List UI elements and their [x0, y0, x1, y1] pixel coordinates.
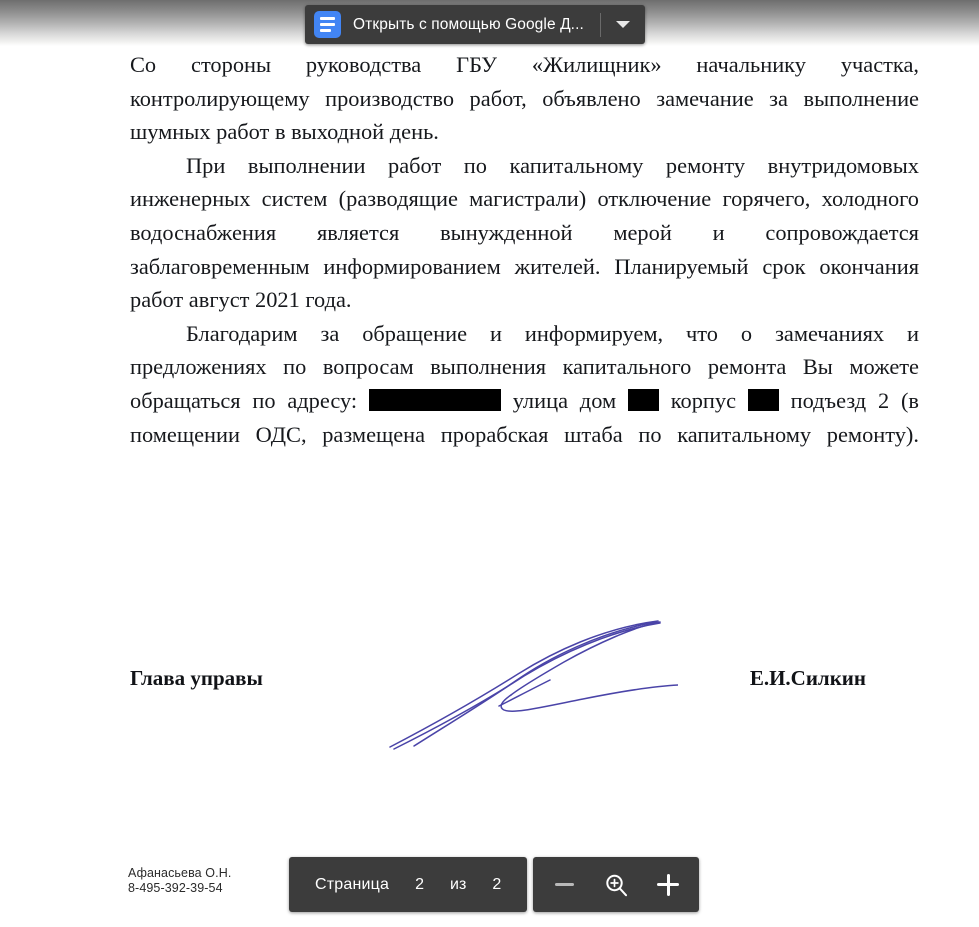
document-viewer: Со стороны руководства ГБУ «Жилищник» на… [0, 0, 979, 927]
paragraph-1-segment-1: Со стороны руководства [130, 52, 457, 77]
total-page-count: 2 [492, 875, 502, 893]
signature-title: Глава управы [130, 666, 263, 690]
signature-name: Е.И.Силкин [749, 666, 866, 690]
paragraph-2-segment-1: При выполнении работ по капитальному рем… [130, 152, 919, 313]
zoom-controls-group [533, 857, 700, 912]
redaction-bar-house [627, 388, 659, 411]
document-page: Со стороны руководства ГБУ «Жилищник» на… [0, 0, 979, 927]
paragraph-1: Со стороны руководства ГБУ «Жилищник» на… [130, 48, 919, 149]
page-label: Страница [315, 875, 390, 893]
current-page-number[interactable]: 2 [415, 876, 424, 894]
page-of-label: из [450, 875, 467, 893]
zoom-in-button[interactable] [651, 868, 685, 902]
zoom-out-button[interactable] [547, 868, 581, 902]
chevron-down-icon [616, 21, 630, 28]
contact-person: Афанасьева О.Н. [128, 866, 232, 880]
page-navigation-group: Страница 2 из 2 [289, 857, 528, 912]
contact-phone: 8-495-392-39-54 [128, 881, 223, 895]
redaction-bar-building [747, 388, 779, 411]
paragraph-3: Благодарим за обращение и информируем, ч… [130, 317, 919, 485]
bottom-toolbar: Страница 2 из 2 [289, 857, 700, 912]
open-with-bar: Открыть с помощью Google Д... [305, 5, 645, 44]
magnifier-plus-icon [606, 874, 628, 896]
open-with-label: Открыть с помощью Google Д... [353, 15, 584, 33]
paragraph-3-underlined-note: размещена прорабская штаба [322, 421, 623, 450]
plus-icon [657, 873, 680, 896]
paragraph-2: При выполнении работ по капитальному рем… [130, 149, 919, 317]
minus-icon [554, 883, 574, 886]
signature-row: Глава управы Е.И.Силкин [130, 666, 866, 691]
open-with-dropdown-button[interactable] [601, 5, 645, 44]
paragraph-3-segment-3: улица дом [500, 387, 628, 413]
zoom-level-button[interactable] [599, 868, 633, 902]
paragraph-1-underlined-organization: ГБУ «Жилищник» [456, 52, 662, 80]
paragraph-3-segment-5: корпус [658, 387, 748, 413]
document-body-text: Со стороны руководства ГБУ «Жилищник» на… [130, 48, 919, 485]
contact-block: Афанасьева О.Н. 8-495-392-39-54 [128, 866, 231, 896]
open-with-google-docs-button[interactable]: Открыть с помощью Google Д... [305, 5, 600, 44]
paragraph-3-segment-9: по капитальному ремонту). [622, 421, 919, 447]
google-docs-icon [314, 11, 341, 38]
redaction-bar-street [368, 388, 501, 411]
